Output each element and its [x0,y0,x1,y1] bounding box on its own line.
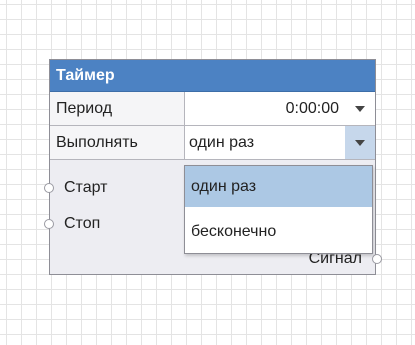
property-label-period: Период [50,92,185,125]
period-value: 0:00:00 [285,100,339,117]
port-circle-icon[interactable] [372,254,382,264]
property-row-period: Период 0:00:00 [50,92,375,126]
input-port-label: Старт [64,179,108,196]
property-label-execute: Выполнять [50,126,185,159]
execute-dropdown-list[interactable]: один раз бесконечно [184,165,373,254]
execute-dropdown[interactable]: один раз [185,126,375,159]
dropdown-option-once[interactable]: один раз [185,166,372,207]
node-title[interactable]: Таймер [50,60,375,92]
port-circle-icon[interactable] [44,219,54,229]
dropdown-option-infinite[interactable]: бесконечно [185,211,372,252]
input-port-label: Стоп [64,215,101,232]
period-dropdown[interactable]: 0:00:00 [185,92,375,125]
port-circle-icon[interactable] [44,183,54,193]
property-row-execute: Выполнять один раз [50,126,375,160]
execute-value: один раз [189,134,255,151]
chevron-down-icon[interactable] [345,126,375,159]
input-port-start[interactable]: Старт [44,176,190,200]
chevron-down-icon[interactable] [345,92,375,125]
input-port-stop[interactable]: Стоп [44,212,190,236]
